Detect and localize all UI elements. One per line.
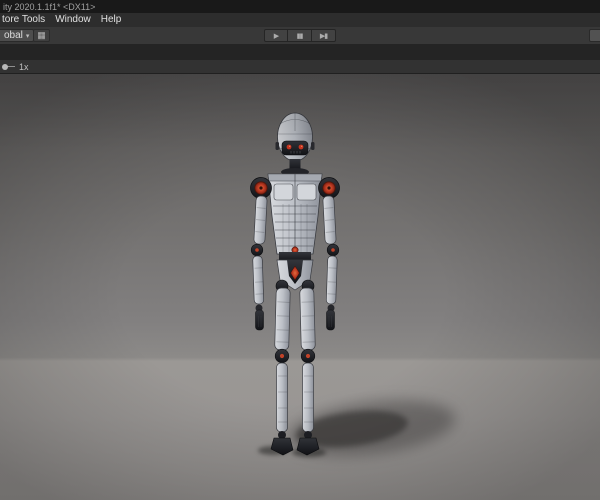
robot-right-arm [322,195,340,331]
menu-store-tools[interactable]: tore Tools [0,13,50,27]
global-toggle-label: obal [4,30,23,41]
menu-window[interactable]: Window [50,13,96,27]
play-icon: ▶ [273,32,279,40]
robot-left-leg [270,287,294,456]
pause-icon: ▮▮ [296,32,304,40]
chevron-down-icon: ▾ [25,32,30,40]
game-view-toolbar: 1x [0,60,600,74]
layout-dropdown-partial[interactable] [589,29,600,42]
pivot-global-toggle[interactable]: obal ▾ [0,29,35,42]
unity-window: ity 2020.1.1f1* <DX11> tore Tools Window… [0,0,600,500]
step-button[interactable]: ▶▮ [312,29,336,42]
titlebar: ity 2020.1.1f1* <DX11> [0,0,600,13]
grid-snap-icon[interactable]: ▦ [33,29,50,42]
robot-torso [267,173,323,255]
play-button[interactable]: ▶ [264,29,288,42]
menubar: tore Tools Window Help [0,13,600,27]
robot-left-arm [250,195,268,331]
robot-character [250,112,340,456]
robot-right-shoulder [318,177,340,199]
dock-divider [0,45,600,60]
play-controls: ▶ ▮▮ ▶▮ [264,29,336,42]
scale-slider[interactable] [2,63,15,70]
main-toolbar: obal ▾ ▦ ▶ ▮▮ ▶▮ [0,27,600,45]
game-viewport[interactable] [0,74,600,500]
robot-head [275,112,315,162]
menu-help[interactable]: Help [96,13,127,27]
window-title: ity 2020.1.1f1* <DX11> [3,1,96,12]
scale-slider-knob[interactable] [2,63,8,70]
robot-right-leg [296,287,320,456]
scale-value-label: 1x [19,61,29,72]
pause-button[interactable]: ▮▮ [288,29,312,42]
robot-neck [281,159,309,176]
robot-left-shoulder [250,177,272,199]
robot-pelvis [275,252,315,293]
step-icon: ▶▮ [319,32,328,40]
